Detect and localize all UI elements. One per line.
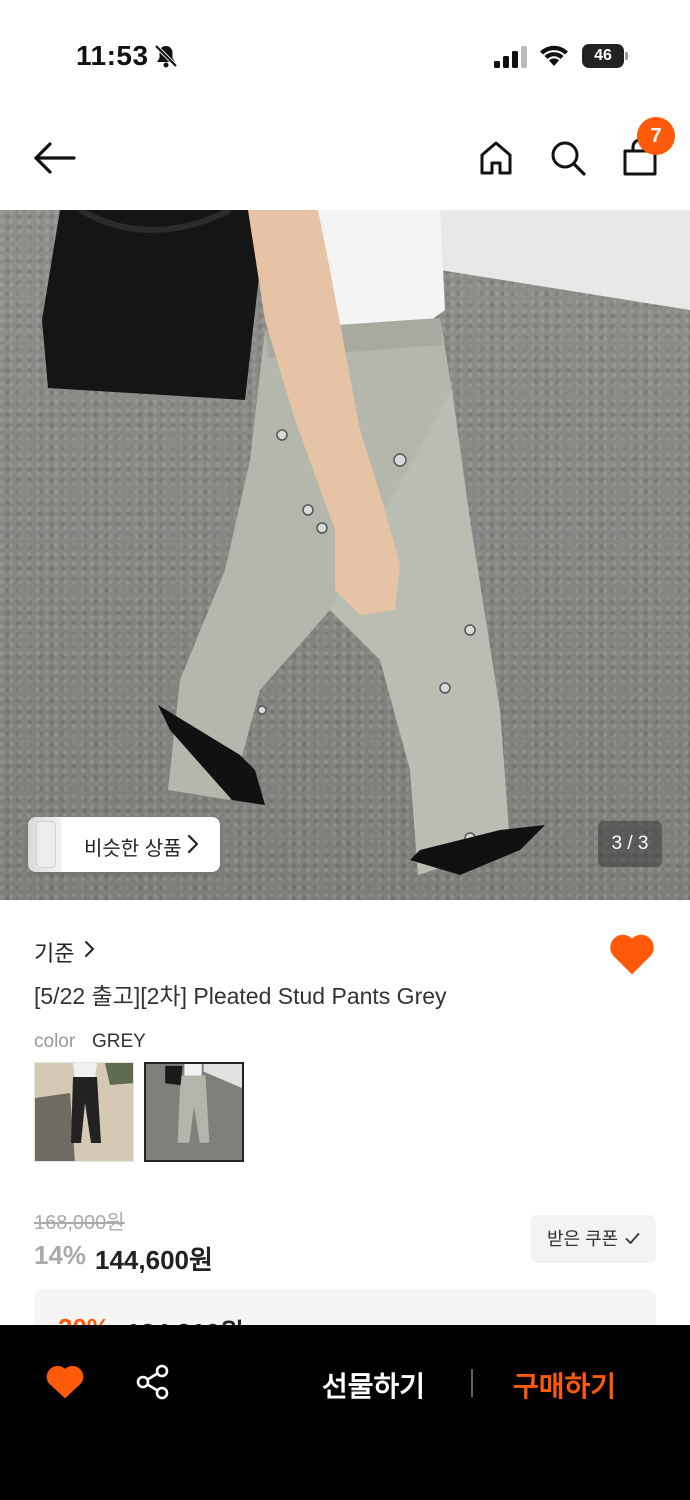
status-time: 11:53 bbox=[76, 40, 149, 71]
swatch-black-photo bbox=[35, 1063, 133, 1161]
share-icon[interactable] bbox=[134, 1363, 172, 1401]
app-header bbox=[0, 110, 690, 210]
home-icon[interactable] bbox=[476, 138, 516, 178]
similar-product-thumbnail-inner bbox=[36, 821, 56, 868]
color-option-value: GREY bbox=[92, 1031, 146, 1052]
favorite-heart-icon[interactable] bbox=[609, 933, 655, 975]
cart-count-badge: 7 bbox=[637, 117, 675, 155]
action-divider bbox=[471, 1369, 473, 1397]
back-arrow-icon[interactable] bbox=[30, 138, 78, 178]
color-option-label: color bbox=[34, 1031, 76, 1052]
sale-price: 144,600원 bbox=[95, 1245, 213, 1275]
received-coupon-button[interactable]: 받은 쿠폰 bbox=[531, 1215, 656, 1263]
battery-indicator: 46 bbox=[582, 44, 628, 68]
discount-rate: 14% bbox=[34, 1240, 87, 1270]
coupon-label: 받은 쿠폰 bbox=[547, 1229, 619, 1249]
wifi-icon bbox=[540, 45, 568, 66]
battery-cap bbox=[625, 52, 628, 60]
product-title: [5/22 출고][2차] Pleated Stud Pants Grey bbox=[34, 983, 447, 1009]
check-icon bbox=[625, 1233, 640, 1244]
battery-level: 46 bbox=[582, 44, 624, 68]
wishlist-heart-icon[interactable] bbox=[46, 1365, 84, 1399]
chevron-right-icon bbox=[85, 941, 94, 957]
buy-button[interactable]: 구매하기 bbox=[513, 1365, 616, 1405]
similar-product-thumbnail bbox=[28, 817, 62, 872]
similar-products-button[interactable]: 비슷한 상품 bbox=[28, 817, 220, 872]
gift-button[interactable]: 선물하기 bbox=[322, 1365, 425, 1405]
cellular-signal-icon bbox=[494, 46, 527, 68]
gallery-page-indicator: 3 / 3 bbox=[598, 821, 662, 867]
search-icon[interactable] bbox=[548, 138, 588, 178]
color-swatch-black[interactable] bbox=[34, 1062, 134, 1162]
brand-link[interactable]: 기준 bbox=[34, 936, 74, 968]
swatch-grey-photo bbox=[146, 1064, 242, 1160]
chevron-right-icon bbox=[187, 834, 199, 854]
original-price: 168,000원 bbox=[34, 1212, 125, 1234]
color-swatch-grey[interactable] bbox=[144, 1062, 244, 1162]
similar-products-label: 비슷한 상품 bbox=[84, 838, 182, 860]
status-bar: 11:53 46 bbox=[0, 0, 690, 110]
product-photo bbox=[42, 210, 545, 875]
bottom-action-bar: 선물하기 구매하기 bbox=[0, 1325, 690, 1500]
product-image[interactable]: 3 / 3 bbox=[0, 210, 690, 900]
bell-muted-icon bbox=[154, 44, 178, 68]
